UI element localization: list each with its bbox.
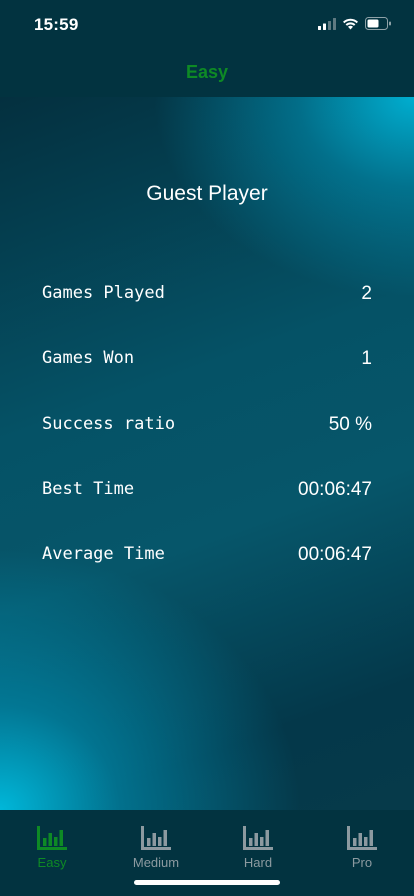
status-time: 15:59: [34, 15, 79, 34]
stat-label: Success ratio: [42, 414, 176, 434]
stat-label: Best Time: [42, 479, 135, 499]
stat-row-average-time: Average Time 00:06:47: [42, 544, 372, 572]
bar-chart-icon: [37, 826, 67, 850]
battery-icon: [365, 17, 391, 30]
stat-row-best-time: Best Time 00:06:47: [42, 479, 372, 507]
stat-value: 1: [361, 348, 372, 369]
tab-label: Medium: [132, 855, 180, 870]
stat-value: 00:06:47: [298, 479, 372, 500]
stat-value: 50 %: [328, 414, 372, 435]
stat-label: Games Played: [42, 283, 165, 303]
home-indicator[interactable]: [134, 880, 280, 885]
stat-row-games-played: Games Played 2: [42, 283, 372, 311]
bar-chart-icon: [243, 826, 273, 850]
stat-value: 2: [361, 283, 372, 304]
stats-panel: Guest Player Games Played 2 Games Won 1 …: [0, 97, 414, 810]
status-bar: 15:59: [0, 0, 414, 52]
stat-label: Games Won: [42, 348, 135, 368]
bar-chart-icon: [141, 826, 171, 850]
stat-row-games-won: Games Won 1: [42, 348, 372, 376]
tab-hard[interactable]: Hard: [206, 826, 310, 870]
stat-value: 00:06:47: [298, 544, 372, 565]
bar-chart-icon: [347, 826, 377, 850]
tab-pro[interactable]: Pro: [310, 826, 414, 870]
wifi-icon: [343, 18, 358, 29]
tab-label: Pro: [351, 855, 373, 870]
tab-label: Easy: [37, 855, 67, 870]
cellular-signal-icon: [318, 17, 336, 30]
player-name: Guest Player: [146, 182, 268, 205]
stat-row-success-ratio: Success ratio 50 %: [42, 414, 372, 442]
tab-easy[interactable]: Easy: [0, 826, 104, 870]
status-icons: [318, 17, 392, 30]
tab-medium[interactable]: Medium: [104, 826, 208, 870]
tab-label: Hard: [243, 855, 273, 870]
stat-label: Average Time: [42, 544, 165, 564]
page-title: Easy: [185, 62, 229, 82]
navigation-bar: Easy: [0, 52, 414, 97]
